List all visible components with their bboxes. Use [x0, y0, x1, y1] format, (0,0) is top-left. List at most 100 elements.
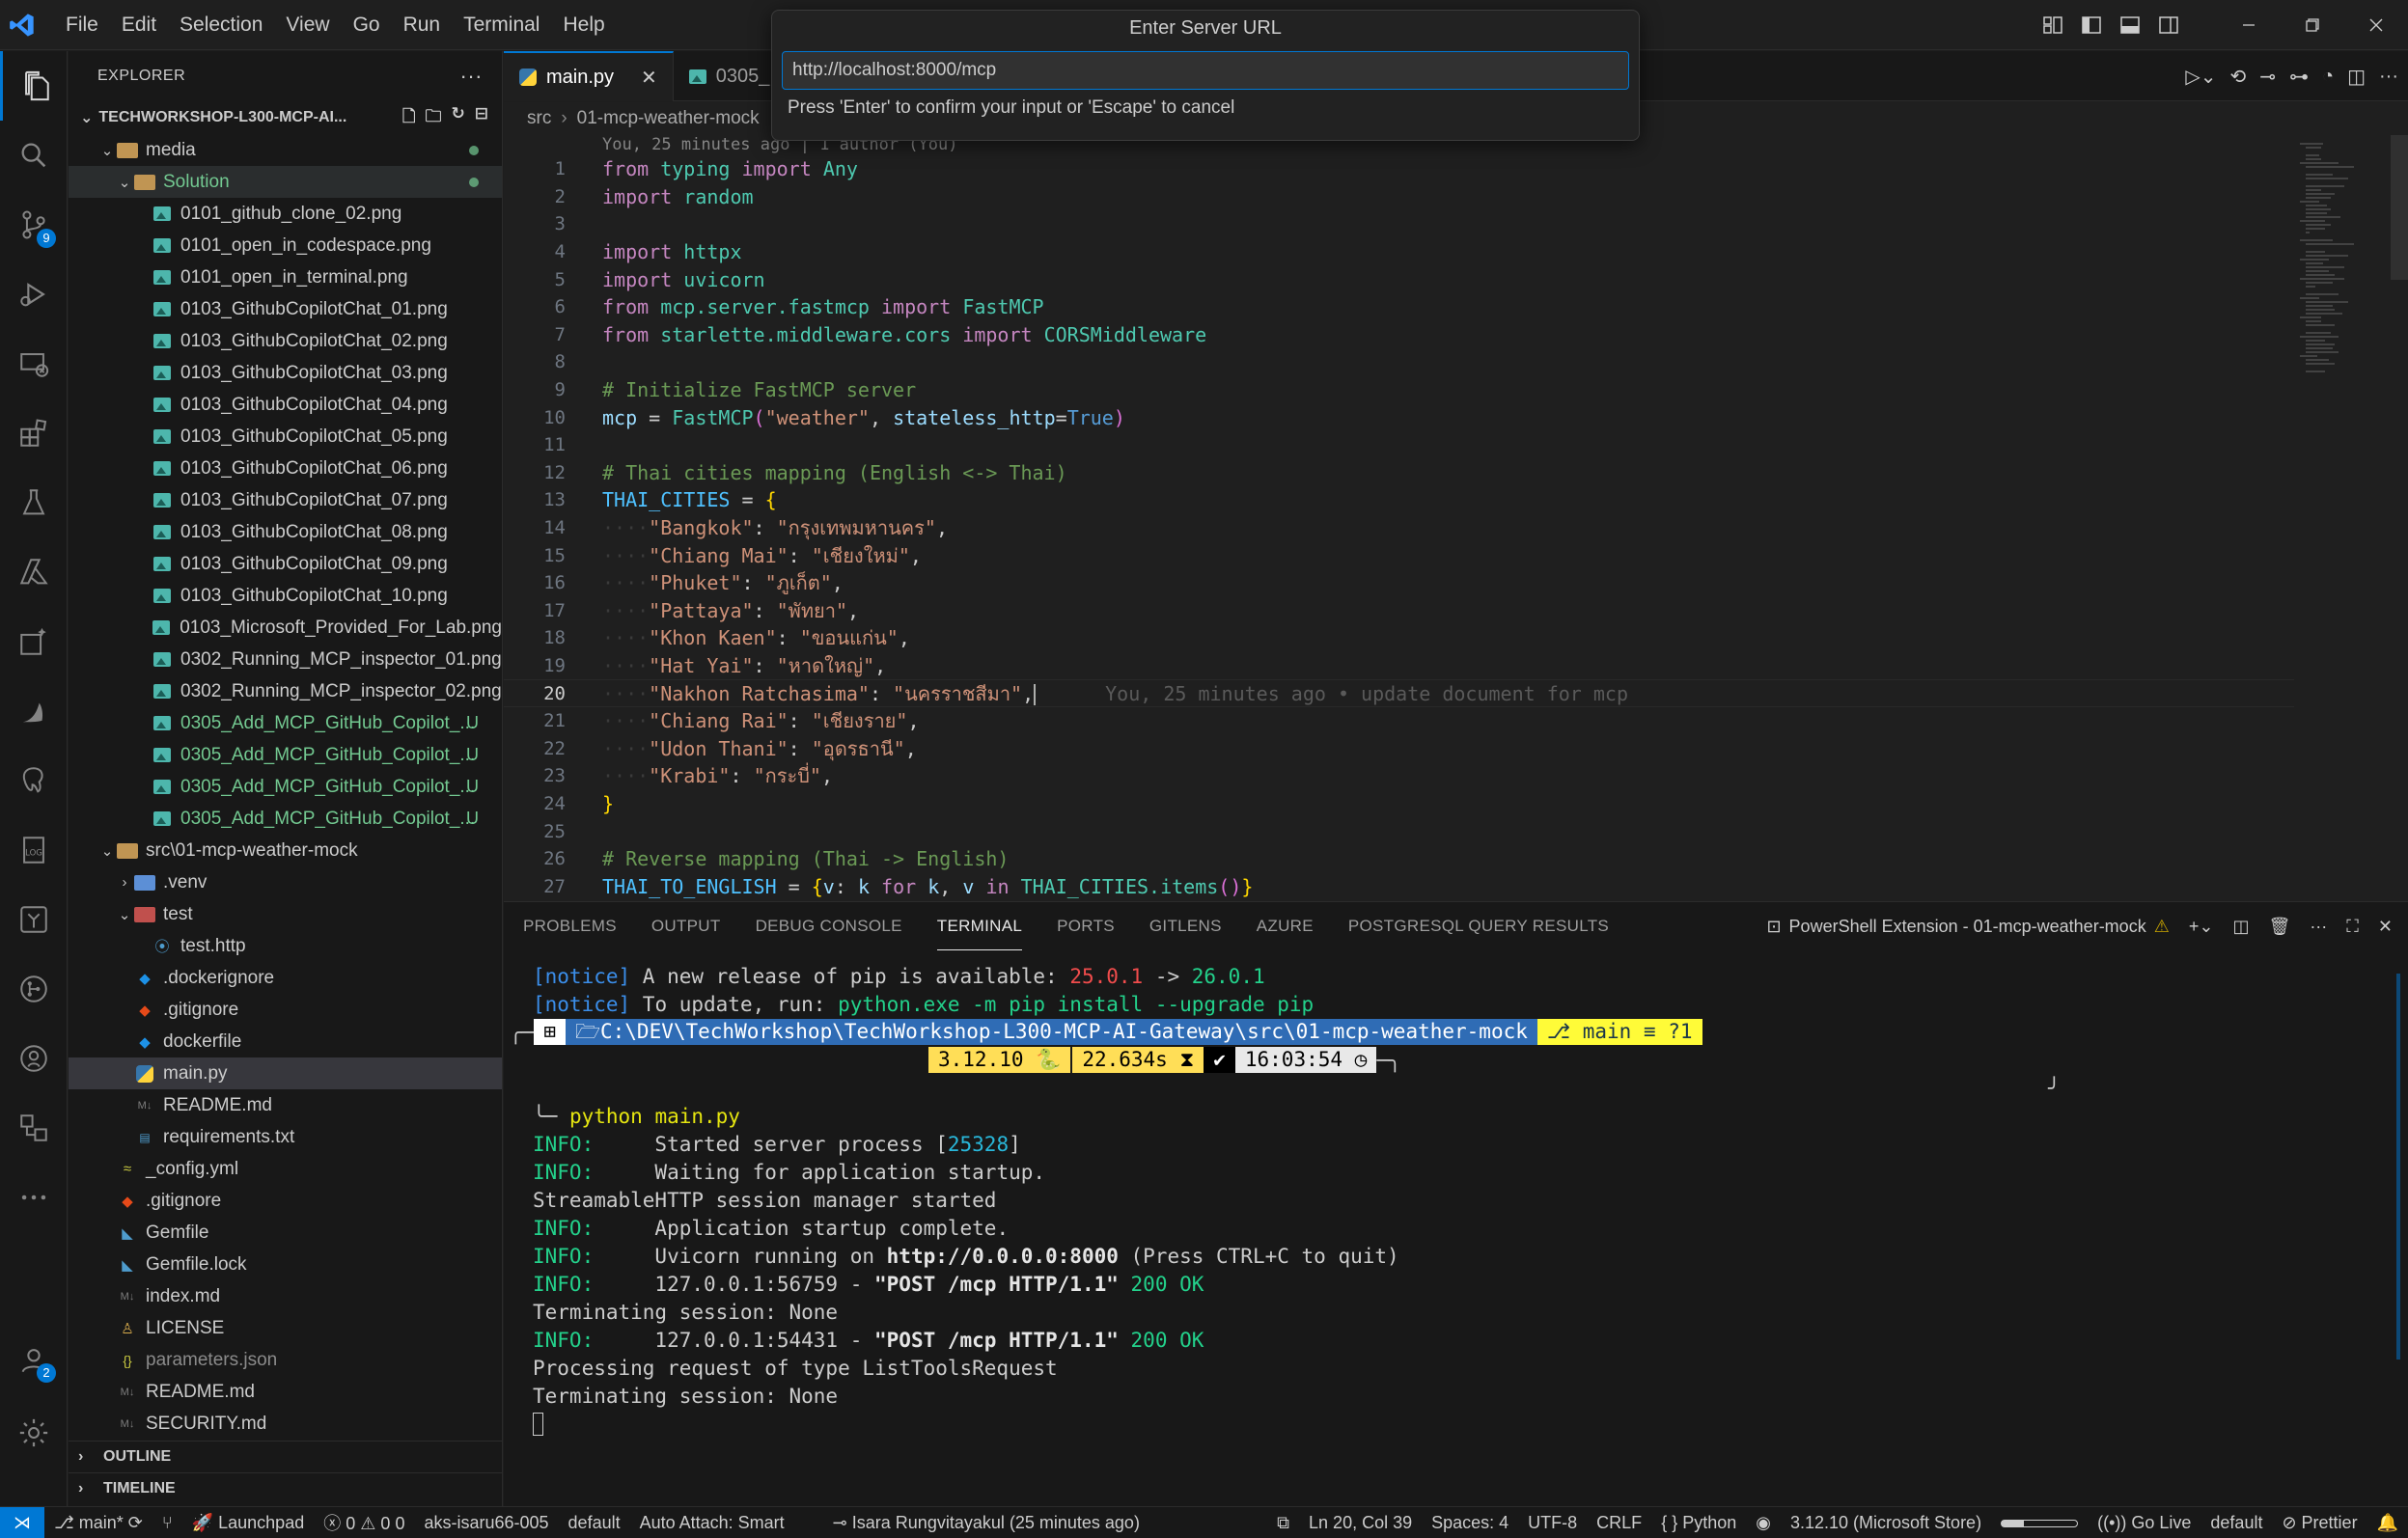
tree-file[interactable]: main.py: [69, 1057, 502, 1089]
language-mode[interactable]: { } Python: [1651, 1513, 1746, 1533]
menu-run[interactable]: Run: [392, 6, 453, 44]
code-line[interactable]: 24}: [504, 790, 2294, 818]
menu-selection[interactable]: Selection: [168, 6, 274, 44]
open-changes-icon[interactable]: ⟲: [2229, 65, 2246, 89]
panel-tab-terminal[interactable]: TERMINAL: [936, 902, 1023, 950]
code-line[interactable]: 9 # Initialize FastMCP server: [504, 376, 2294, 404]
docker-icon[interactable]: [0, 676, 68, 746]
close-tab-icon[interactable]: ✕: [641, 66, 657, 90]
tree-file[interactable]: {} parameters.json: [69, 1344, 502, 1376]
tree-file[interactable]: 0305_Add_MCP_GitHub_Copilot_... U: [69, 803, 502, 835]
tree-file[interactable]: M↓ README.md: [69, 1376, 502, 1408]
k8s-namespace[interactable]: default: [559, 1513, 630, 1533]
indentation[interactable]: Spaces: 4: [1422, 1513, 1518, 1533]
extensions-icon[interactable]: [0, 398, 68, 468]
tree-file[interactable]: 0103_GithubCopilotChat_03.png: [69, 357, 502, 389]
menu-file[interactable]: File: [54, 6, 110, 44]
breadcrumb-src[interactable]: src: [527, 108, 551, 129]
graph-icon[interactable]: ⑂: [152, 1513, 182, 1533]
code-line[interactable]: 27 THAI_TO_ENGLISH = {v: k for k, v in TH…: [504, 873, 2294, 901]
tree-file[interactable]: 0305_Add_MCP_GitHub_Copilot_... U: [69, 739, 502, 771]
outline-section[interactable]: › OUTLINE: [69, 1441, 502, 1472]
remote-indicator-icon[interactable]: ⋊: [0, 1506, 44, 1538]
tree-file[interactable]: M↓ index.md: [69, 1280, 502, 1312]
code-line[interactable]: 11: [504, 431, 2294, 459]
tree-file[interactable]: ◆ .dockerignore: [69, 962, 502, 994]
gitlens-icon[interactable]: [0, 954, 68, 1024]
auto-attach[interactable]: Auto Attach: Smart: [630, 1513, 794, 1533]
remote-explorer-icon[interactable]: [0, 329, 68, 398]
collapse-all-icon[interactable]: ⊟: [475, 104, 488, 132]
panel-tab-ports[interactable]: PORTS: [1057, 902, 1115, 950]
code-line[interactable]: 8: [504, 348, 2294, 376]
code-line[interactable]: 17 ····"Pattaya": "พัทยา",: [504, 597, 2294, 625]
tree-file[interactable]: 0103_GithubCopilotChat_04.png: [69, 389, 502, 421]
tree-file[interactable]: 0103_GithubCopilotChat_05.png: [69, 421, 502, 453]
panel-tab-azure[interactable]: AZURE: [1257, 902, 1314, 950]
tree-file[interactable]: ♙ LICENSE: [69, 1312, 502, 1344]
run-debug-icon[interactable]: [0, 260, 68, 329]
problems-indicator[interactable]: ⓧ 0 ⚠ 0 0: [314, 1510, 414, 1535]
menu-go[interactable]: Go: [342, 6, 392, 44]
code-line[interactable]: 12 # Thai cities mapping (English <-> Tha…: [504, 459, 2294, 487]
copilot-nes-icon[interactable]: ⧉: [1267, 1513, 1299, 1533]
code-line[interactable]: 2 import random: [504, 183, 2294, 211]
source-control-icon[interactable]: 9: [0, 190, 68, 260]
copilot-icon[interactable]: ◉: [1746, 1513, 1781, 1533]
code-line[interactable]: 14 ····"Bangkok": "กรุงเทพมหานคร",: [504, 514, 2294, 542]
new-file-icon[interactable]: 🗋: [402, 104, 416, 132]
terminal-instance-selector[interactable]: ⊡ PowerShell Extension - 01-mcp-weather-…: [1766, 917, 2169, 937]
tree-file[interactable]: 0101_github_clone_02.png: [69, 198, 502, 230]
code-line[interactable]: 22 ····"Udon Thani": "อุดรธานี",: [504, 735, 2294, 763]
new-terminal-icon[interactable]: +⌄: [2189, 917, 2214, 937]
more-views-icon[interactable]: [0, 1163, 68, 1232]
encoding[interactable]: UTF-8: [1518, 1513, 1587, 1533]
panel-tab-problems[interactable]: PROBLEMS: [523, 902, 617, 950]
explorer-more-actions-icon[interactable]: ···: [460, 64, 483, 89]
menu-view[interactable]: View: [274, 6, 341, 44]
run-python-file-icon[interactable]: ▷⌄: [2185, 65, 2216, 89]
close-panel-icon[interactable]: ✕: [2378, 917, 2393, 937]
timeline-section[interactable]: › TIMELINE: [69, 1472, 502, 1504]
more-actions-icon[interactable]: ···: [2379, 66, 2398, 88]
refresh-icon[interactable]: ↻: [452, 104, 465, 132]
k8s-cluster[interactable]: aks-isaru66-005: [414, 1513, 558, 1533]
tree-file[interactable]: 0305_Add_MCP_GitHub_Copilot_... U: [69, 771, 502, 803]
tree-folder[interactable]: ⌄ test: [69, 898, 502, 930]
tree-file[interactable]: ◣ Gemfile.lock: [69, 1249, 502, 1280]
tree-file[interactable]: ≈ _config.yml: [69, 1153, 502, 1185]
project-manager-icon[interactable]: [0, 1093, 68, 1163]
copilot-extension-icon[interactable]: [0, 607, 68, 676]
search-icon[interactable]: [0, 121, 68, 190]
tree-file[interactable]: 0103_GithubCopilotChat_10.png: [69, 580, 502, 612]
breadcrumb-folder[interactable]: 01-mcp-weather-mock: [577, 108, 760, 129]
tree-file[interactable]: 0103_GithubCopilotChat_01.png: [69, 293, 502, 325]
close-icon[interactable]: [2344, 0, 2408, 50]
code-line[interactable]: 15 ····"Chiang Mai": "เชียงใหม่",: [504, 541, 2294, 569]
editor-scrollbar[interactable]: [2391, 135, 2408, 280]
tree-folder[interactable]: ⌄ Solution: [69, 166, 502, 198]
tree-file[interactable]: ▤ requirements.txt: [69, 1121, 502, 1153]
cursor-position[interactable]: Ln 20, Col 39: [1299, 1513, 1422, 1533]
log-viewer-icon[interactable]: LOG: [0, 815, 68, 885]
code-line[interactable]: 25: [504, 817, 2294, 845]
tree-file[interactable]: ◆ .gitignore: [69, 1185, 502, 1217]
tree-file[interactable]: 0103_Microsoft_Provided_For_Lab.png: [69, 612, 502, 644]
tree-file[interactable]: 0103_GithubCopilotChat_02.png: [69, 325, 502, 357]
menu-terminal[interactable]: Terminal: [452, 6, 551, 44]
tree-file[interactable]: 0103_GithubCopilotChat_09.png: [69, 548, 502, 580]
menu-help[interactable]: Help: [551, 6, 616, 44]
split-terminal-icon[interactable]: ◫: [2232, 917, 2249, 937]
tree-file[interactable]: 0101_open_in_codespace.png: [69, 230, 502, 261]
tree-file[interactable]: M↓ SECURITY.md: [69, 1408, 502, 1440]
postgresql-icon[interactable]: [0, 746, 68, 815]
code-line[interactable]: 5 import uvicorn: [504, 265, 2294, 293]
project-root[interactable]: ⌄ TECHWORKSHOP-L300-MCP-AI... 🗋 🗀 ↻ ⊟: [69, 101, 502, 134]
testing-icon[interactable]: [0, 468, 68, 537]
profile[interactable]: default: [2200, 1513, 2272, 1533]
explorer-icon[interactable]: [0, 51, 68, 121]
tree-folder[interactable]: › .venv: [69, 866, 502, 898]
notifications-bell-icon[interactable]: 🔔: [2367, 1513, 2408, 1533]
restore-icon[interactable]: [2281, 0, 2344, 50]
code-line[interactable]: 21 ····"Chiang Rai": "เชียงราย",: [504, 707, 2294, 735]
